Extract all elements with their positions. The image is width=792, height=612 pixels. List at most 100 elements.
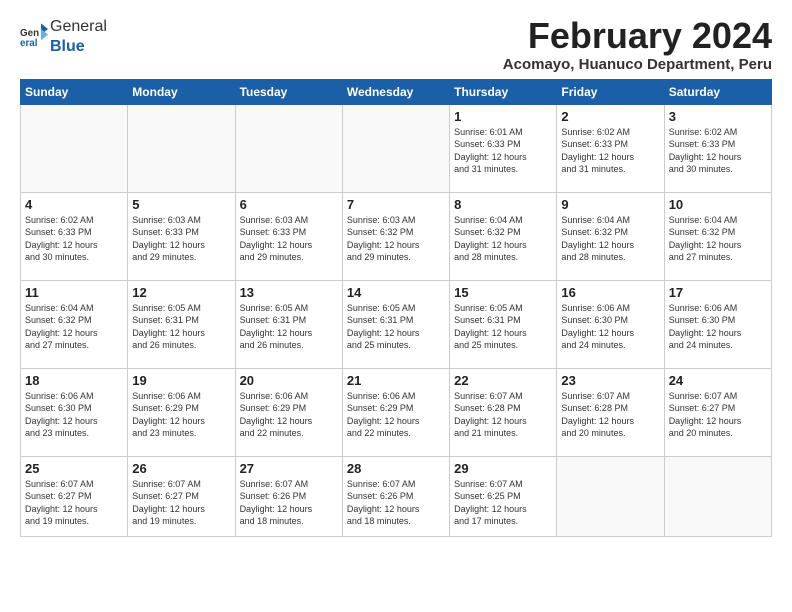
calendar-cell: 11 Sunrise: 6:04 AM Sunset: 6:32 PM Dayli…: [21, 280, 128, 368]
day-info: Sunrise: 6:07 AM Sunset: 6:26 PM Dayligh…: [240, 478, 338, 528]
calendar-cell: 18 Sunrise: 6:06 AM Sunset: 6:30 PM Dayli…: [21, 368, 128, 456]
svg-text:eral: eral: [20, 38, 38, 49]
calendar-cell: [664, 456, 771, 536]
day-number: 8: [454, 197, 552, 212]
day-number: 6: [240, 197, 338, 212]
day-info: Sunrise: 6:04 AM Sunset: 6:32 PM Dayligh…: [25, 302, 123, 352]
calendar-body: 1 Sunrise: 6:01 AM Sunset: 6:33 PM Daylig…: [21, 104, 772, 536]
day-number: 26: [132, 461, 230, 476]
day-info: Sunrise: 6:07 AM Sunset: 6:28 PM Dayligh…: [561, 390, 659, 440]
logo: Gen eral General Blue: [20, 16, 107, 56]
day-header-thursday: Thursday: [450, 79, 557, 104]
calendar-week-row: 25 Sunrise: 6:07 AM Sunset: 6:27 PM Dayli…: [21, 456, 772, 536]
day-info: Sunrise: 6:06 AM Sunset: 6:29 PM Dayligh…: [240, 390, 338, 440]
logo-general: General: [50, 18, 107, 35]
day-number: 13: [240, 285, 338, 300]
calendar-cell: 14Sunrise: 6:05 AM Sunset: 6:31 PM Dayli…: [342, 280, 449, 368]
day-info: Sunrise: 6:06 AM Sunset: 6:29 PM Dayligh…: [347, 390, 445, 440]
calendar-cell: [128, 104, 235, 192]
day-header-saturday: Saturday: [664, 79, 771, 104]
calendar-cell: 8 Sunrise: 6:04 AM Sunset: 6:32 PM Daylig…: [450, 192, 557, 280]
day-number: 11: [25, 285, 123, 300]
title-block: February 2024 Acomayo, Huanuco Departmen…: [503, 16, 772, 73]
logo-icon: Gen eral: [20, 22, 48, 50]
calendar-cell: 7 Sunrise: 6:03 AM Sunset: 6:32 PM Daylig…: [342, 192, 449, 280]
calendar-cell: 20 Sunrise: 6:06 AM Sunset: 6:29 PM Dayli…: [235, 368, 342, 456]
calendar-cell: 27 Sunrise: 6:07 AM Sunset: 6:26 PM Dayli…: [235, 456, 342, 536]
day-info: Sunrise: 6:07 AM Sunset: 6:28 PM Dayligh…: [454, 390, 552, 440]
calendar-cell: 29 Sunrise: 6:07 AM Sunset: 6:25 PM Dayli…: [450, 456, 557, 536]
day-info: Sunrise: 6:01 AM Sunset: 6:33 PM Dayligh…: [454, 126, 552, 176]
day-header-friday: Friday: [557, 79, 664, 104]
calendar-cell: 25Sunrise: 6:07 AM Sunset: 6:27 PM Dayli…: [21, 456, 128, 536]
page-header: Gen eral General Blue February 2024 Acom…: [20, 16, 772, 73]
calendar-cell: 19Sunrise: 6:06 AM Sunset: 6:29 PM Dayli…: [128, 368, 235, 456]
day-info: Sunrise: 6:05 AM Sunset: 6:31 PM Dayligh…: [454, 302, 552, 352]
day-number: 23: [561, 373, 659, 388]
month-title: February 2024: [503, 16, 772, 56]
day-number: 18: [25, 373, 123, 388]
day-info: Sunrise: 6:05 AM Sunset: 6:31 PM Dayligh…: [240, 302, 338, 352]
calendar-cell: [21, 104, 128, 192]
day-number: 7: [347, 197, 445, 212]
calendar-week-row: 11 Sunrise: 6:04 AM Sunset: 6:32 PM Dayli…: [21, 280, 772, 368]
calendar-cell: 10 Sunrise: 6:04 AM Sunset: 6:32 PM Dayli…: [664, 192, 771, 280]
day-info: Sunrise: 6:07 AM Sunset: 6:27 PM Dayligh…: [669, 390, 767, 440]
day-number: 16: [561, 285, 659, 300]
calendar-week-row: 18 Sunrise: 6:06 AM Sunset: 6:30 PM Dayli…: [21, 368, 772, 456]
day-info: Sunrise: 6:07 AM Sunset: 6:26 PM Dayligh…: [347, 478, 445, 528]
day-number: 28: [347, 461, 445, 476]
day-number: 27: [240, 461, 338, 476]
day-number: 20: [240, 373, 338, 388]
calendar-cell: 21 Sunrise: 6:06 AM Sunset: 6:29 PM Dayli…: [342, 368, 449, 456]
day-number: 17: [669, 285, 767, 300]
calendar-cell: 4 Sunrise: 6:02 AM Sunset: 6:33 PM Daylig…: [21, 192, 128, 280]
day-number: 12: [132, 285, 230, 300]
day-number: 4: [25, 197, 123, 212]
calendar-cell: [235, 104, 342, 192]
day-number: 9: [561, 197, 659, 212]
calendar-cell: 23 Sunrise: 6:07 AM Sunset: 6:28 PM Dayli…: [557, 368, 664, 456]
logo-blue: Blue: [50, 38, 85, 55]
calendar-cell: 16 Sunrise: 6:06 AM Sunset: 6:30 PM Dayli…: [557, 280, 664, 368]
calendar-cell: 12Sunrise: 6:05 AM Sunset: 6:31 PM Dayli…: [128, 280, 235, 368]
calendar-cell: [342, 104, 449, 192]
calendar-cell: 3Sunrise: 6:02 AM Sunset: 6:33 PM Daylig…: [664, 104, 771, 192]
day-number: 21: [347, 373, 445, 388]
calendar-cell: 6Sunrise: 6:03 AM Sunset: 6:33 PM Daylig…: [235, 192, 342, 280]
calendar-cell: 15 Sunrise: 6:05 AM Sunset: 6:31 PM Dayli…: [450, 280, 557, 368]
calendar-cell: 2Sunrise: 6:02 AM Sunset: 6:33 PM Daylig…: [557, 104, 664, 192]
calendar-cell: 9 Sunrise: 6:04 AM Sunset: 6:32 PM Daylig…: [557, 192, 664, 280]
day-info: Sunrise: 6:06 AM Sunset: 6:30 PM Dayligh…: [25, 390, 123, 440]
calendar-cell: 22 Sunrise: 6:07 AM Sunset: 6:28 PM Dayli…: [450, 368, 557, 456]
calendar-week-row: 4 Sunrise: 6:02 AM Sunset: 6:33 PM Daylig…: [21, 192, 772, 280]
day-number: 22: [454, 373, 552, 388]
day-info: Sunrise: 6:04 AM Sunset: 6:32 PM Dayligh…: [669, 214, 767, 264]
day-number: 10: [669, 197, 767, 212]
day-info: Sunrise: 6:02 AM Sunset: 6:33 PM Dayligh…: [25, 214, 123, 264]
day-info: Sunrise: 6:06 AM Sunset: 6:30 PM Dayligh…: [669, 302, 767, 352]
day-info: Sunrise: 6:04 AM Sunset: 6:32 PM Dayligh…: [454, 214, 552, 264]
calendar-cell: 13 Sunrise: 6:05 AM Sunset: 6:31 PM Dayli…: [235, 280, 342, 368]
calendar-header-row: SundayMondayTuesdayWednesdayThursdayFrid…: [21, 79, 772, 104]
day-info: Sunrise: 6:06 AM Sunset: 6:30 PM Dayligh…: [561, 302, 659, 352]
day-number: 29: [454, 461, 552, 476]
day-info: Sunrise: 6:02 AM Sunset: 6:33 PM Dayligh…: [561, 126, 659, 176]
day-number: 25: [25, 461, 123, 476]
day-number: 15: [454, 285, 552, 300]
calendar-cell: 1 Sunrise: 6:01 AM Sunset: 6:33 PM Daylig…: [450, 104, 557, 192]
day-info: Sunrise: 6:04 AM Sunset: 6:32 PM Dayligh…: [561, 214, 659, 264]
day-info: Sunrise: 6:07 AM Sunset: 6:25 PM Dayligh…: [454, 478, 552, 528]
day-info: Sunrise: 6:03 AM Sunset: 6:32 PM Dayligh…: [347, 214, 445, 264]
day-number: 3: [669, 109, 767, 124]
location-title: Acomayo, Huanuco Department, Peru: [503, 56, 772, 73]
calendar-week-row: 1 Sunrise: 6:01 AM Sunset: 6:33 PM Daylig…: [21, 104, 772, 192]
day-header-sunday: Sunday: [21, 79, 128, 104]
day-info: Sunrise: 6:07 AM Sunset: 6:27 PM Dayligh…: [132, 478, 230, 528]
day-info: Sunrise: 6:06 AM Sunset: 6:29 PM Dayligh…: [132, 390, 230, 440]
day-info: Sunrise: 6:05 AM Sunset: 6:31 PM Dayligh…: [347, 302, 445, 352]
day-info: Sunrise: 6:03 AM Sunset: 6:33 PM Dayligh…: [132, 214, 230, 264]
calendar-cell: 5Sunrise: 6:03 AM Sunset: 6:33 PM Daylig…: [128, 192, 235, 280]
day-number: 1: [454, 109, 552, 124]
calendar-cell: 17 Sunrise: 6:06 AM Sunset: 6:30 PM Dayli…: [664, 280, 771, 368]
